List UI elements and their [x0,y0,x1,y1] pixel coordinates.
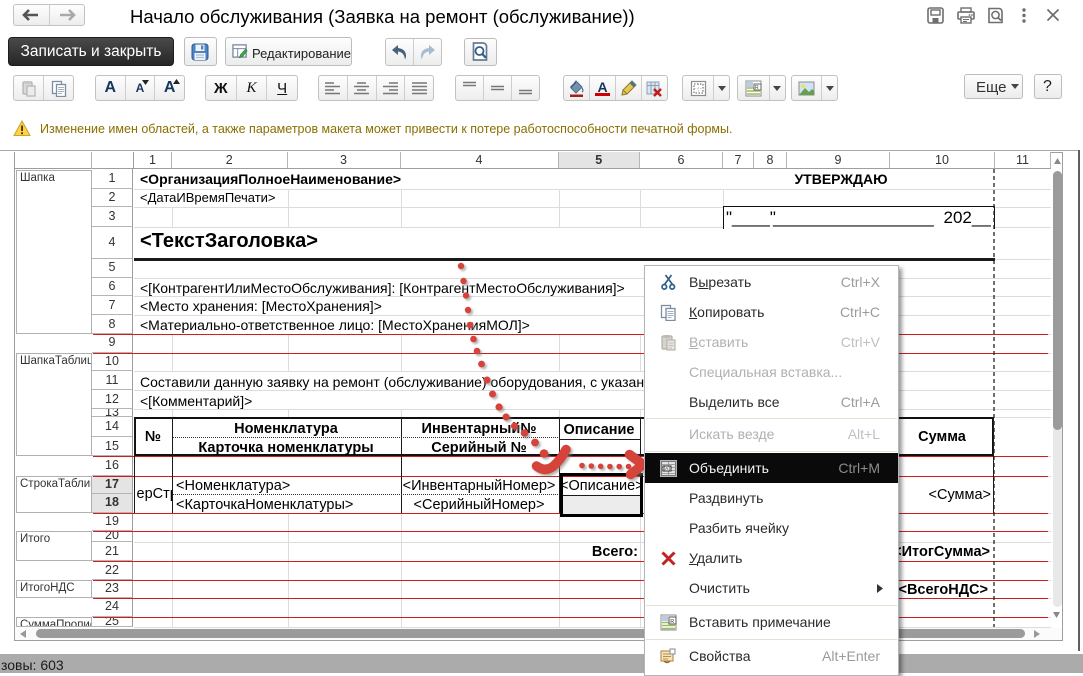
svg-text:R: R [670,619,674,625]
svg-text:[A]: [A] [664,466,670,472]
svg-text:R: R [755,85,759,91]
